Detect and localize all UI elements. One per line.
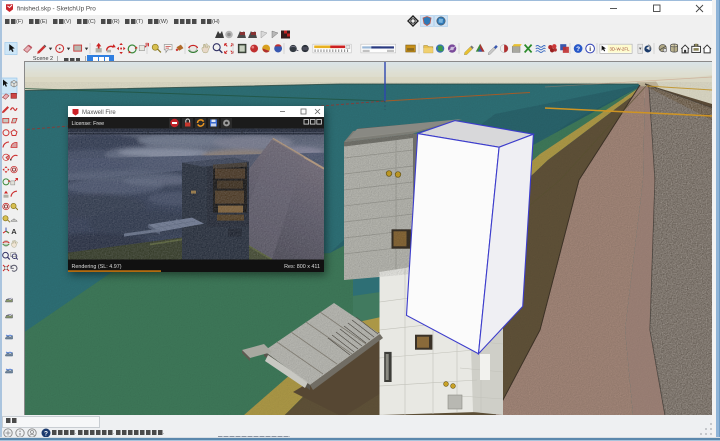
svg-text:A: A	[11, 227, 17, 236]
svg-text:i: i	[589, 46, 591, 53]
svg-text:Res: 800 x 411: Res: 800 x 411	[284, 264, 320, 270]
svg-text:finished.skp - SketchUp Pro: finished.skp - SketchUp Pro	[17, 6, 96, 13]
svg-text:?: ?	[576, 46, 580, 53]
svg-text:3D-W-2FL: 3D-W-2FL	[609, 47, 630, 52]
svg-text:License: Free: License: Free	[72, 121, 105, 127]
svg-text:Rendering (SL: 4.97): Rendering (SL: 4.97)	[72, 264, 122, 270]
svg-text:Maxwell Fire: Maxwell Fire	[82, 110, 116, 116]
